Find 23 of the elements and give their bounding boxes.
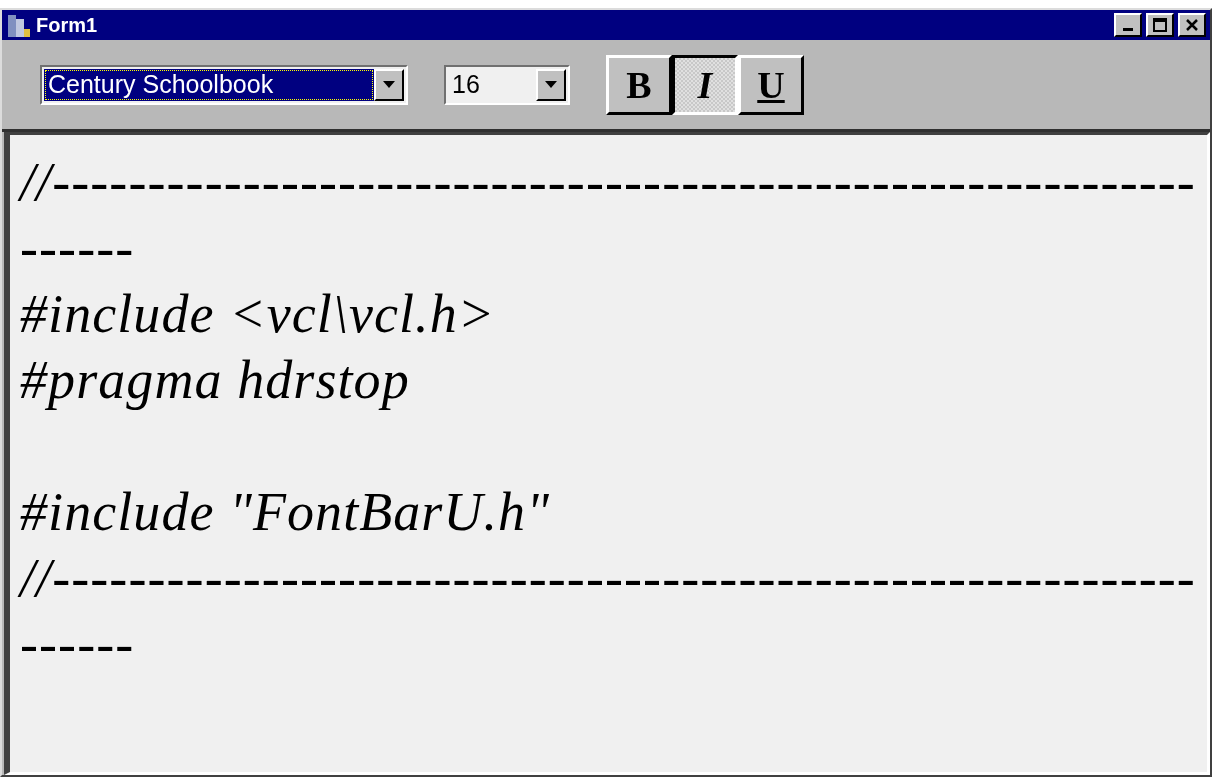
caret-icon bbox=[545, 81, 557, 88]
dropdown-button[interactable] bbox=[374, 68, 404, 101]
code-line: #include "FontBarU.h" bbox=[20, 481, 551, 544]
code-line: #include <vcl\vcl.h> bbox=[20, 283, 497, 346]
size-combo[interactable]: 16 bbox=[444, 64, 570, 105]
window-title: Form1 bbox=[36, 13, 98, 37]
dropdown-button[interactable] bbox=[536, 68, 566, 101]
caret-icon bbox=[383, 81, 395, 88]
minimize-icon bbox=[1123, 28, 1133, 31]
bold-button[interactable]: B bbox=[606, 54, 672, 115]
font-name: Century Schoolbook bbox=[44, 68, 374, 101]
font-combo[interactable]: Century Schoolbook bbox=[40, 64, 408, 105]
minimize-button[interactable] bbox=[1114, 13, 1142, 37]
app-icon bbox=[6, 13, 32, 37]
memo-area[interactable]: //------------------------------------------------------------------ #include <vcl\vcl.h> #pragma hdrstop #include "FontBarU.h" //------------------------------------------------------------------ bbox=[4, 132, 1210, 775]
underline-button[interactable]: U bbox=[738, 54, 804, 115]
maximize-icon bbox=[1153, 18, 1167, 32]
close-button[interactable] bbox=[1178, 13, 1206, 37]
font-size: 16 bbox=[451, 69, 481, 100]
code-line: #pragma hdrstop bbox=[20, 349, 411, 412]
italic-button[interactable]: I bbox=[672, 54, 738, 115]
close-icon bbox=[1185, 19, 1199, 31]
maximize-button[interactable] bbox=[1146, 13, 1174, 37]
